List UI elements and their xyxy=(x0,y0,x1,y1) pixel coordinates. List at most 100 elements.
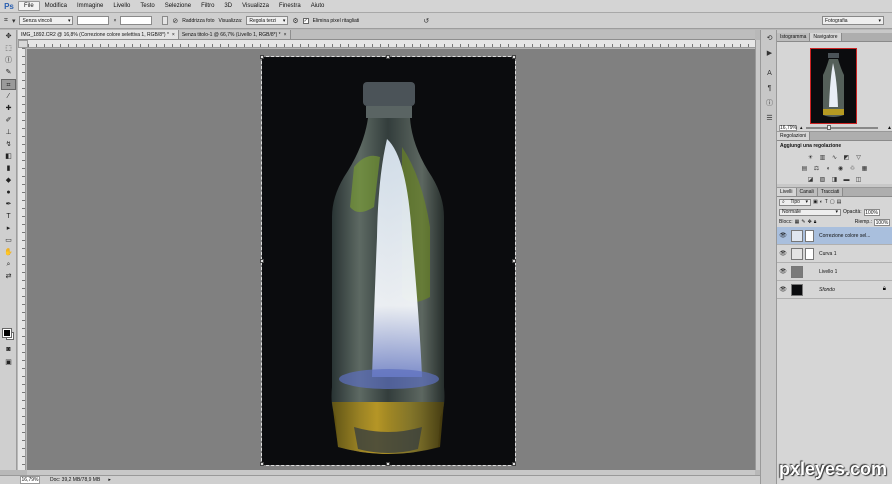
close-icon[interactable]: × xyxy=(284,32,287,38)
menu-3d[interactable]: 3D xyxy=(219,2,237,10)
fill-field[interactable]: 100% xyxy=(874,218,890,226)
color-balance-icon[interactable]: ⚖ xyxy=(812,165,822,173)
menu-aiuto[interactable]: Aiuto xyxy=(306,2,330,10)
crop-handle-top-left[interactable] xyxy=(260,55,264,59)
filter-type-icon[interactable]: T xyxy=(825,199,828,205)
color-lookup-icon[interactable]: ▦ xyxy=(860,165,870,173)
history-icon[interactable]: ⟲ xyxy=(763,33,776,45)
crop-handle-top-right[interactable] xyxy=(512,55,516,59)
lock-all-icon[interactable]: 🔒︎ xyxy=(814,219,817,225)
chevron-down-icon[interactable]: ▾ xyxy=(12,17,16,25)
screen-mode-icon[interactable]: ▣ xyxy=(1,357,16,368)
hue-saturation-icon[interactable]: ▤ xyxy=(800,165,810,173)
brush-icon[interactable]: ✐ xyxy=(1,115,16,126)
layer-mask-thumbnail[interactable] xyxy=(805,229,814,242)
navigator-thumbnail[interactable] xyxy=(810,48,857,124)
menu-modifica[interactable]: Modifica xyxy=(40,2,72,10)
chevron-right-icon[interactable]: ▸ xyxy=(108,477,111,483)
menu-finestra[interactable]: Finestra xyxy=(274,2,306,10)
swap-icon[interactable]: × xyxy=(113,18,116,24)
brightness-icon[interactable]: ☀ xyxy=(806,154,816,162)
blend-mode-select[interactable]: Normale ▾ xyxy=(779,208,841,216)
layer-selective-color[interactable]: 👁︎ Correzione colore sel... xyxy=(777,227,892,245)
marquee-icon[interactable]: ⬚ xyxy=(1,43,16,54)
vertical-ruler[interactable] xyxy=(18,48,26,470)
photoshop-logo[interactable]: Ps xyxy=(0,0,18,13)
zoom-icon[interactable]: ⌕ xyxy=(1,259,16,270)
eyedropper-icon[interactable]: ⁄ xyxy=(1,91,16,102)
quick-select-icon[interactable]: ✎ xyxy=(1,67,16,78)
navigator-zoom-slider[interactable] xyxy=(805,125,879,130)
tab-adjustments[interactable]: Regolazioni xyxy=(777,132,811,140)
lock-image-icon[interactable]: ✎ xyxy=(801,219,805,225)
document-canvas[interactable] xyxy=(260,55,516,466)
tab-paths[interactable]: Tracciati xyxy=(817,188,844,196)
exposure-icon[interactable]: ◩ xyxy=(842,154,852,162)
eraser-icon[interactable]: ◧ xyxy=(1,151,16,162)
menu-file[interactable]: File xyxy=(18,1,40,11)
clear-button[interactable] xyxy=(162,16,169,25)
black-white-icon[interactable]: ◐ xyxy=(824,165,834,173)
menu-selezione[interactable]: Selezione xyxy=(160,2,196,10)
layer-1[interactable]: 👁︎ Livello 1 xyxy=(777,263,892,281)
eye-icon[interactable]: 👁︎ xyxy=(779,250,787,257)
channel-mixer-icon[interactable]: ♲ xyxy=(848,165,858,173)
layer-mask-thumbnail[interactable] xyxy=(805,247,814,260)
lasso-icon[interactable]: ⓛ xyxy=(1,55,16,66)
posterize-icon[interactable]: ▨ xyxy=(818,176,828,184)
crop-handle-left[interactable] xyxy=(260,259,264,263)
invert-icon[interactable]: ◪ xyxy=(806,176,816,184)
lock-transparent-icon[interactable]: ▦ xyxy=(795,219,800,225)
character-icon[interactable]: A xyxy=(763,68,776,80)
selective-color-icon[interactable]: ◫ xyxy=(854,176,864,184)
lock-position-icon[interactable]: ✥ xyxy=(808,219,812,225)
quick-mask-icon[interactable]: ◙ xyxy=(1,344,16,355)
vibrance-icon[interactable]: ▽ xyxy=(854,154,864,162)
menu-testo[interactable]: Testo xyxy=(135,2,159,10)
actions-icon[interactable]: ▶ xyxy=(763,48,776,60)
crop-handle-right[interactable] xyxy=(512,259,516,263)
threshold-icon[interactable]: ◨ xyxy=(830,176,840,184)
menu-livello[interactable]: Livello xyxy=(108,2,135,10)
crop-handle-bottom[interactable] xyxy=(386,462,390,466)
healing-icon[interactable]: ✚ xyxy=(1,103,16,114)
tab-channels[interactable]: Canali xyxy=(796,188,818,196)
reset-icon[interactable]: ↺ xyxy=(423,17,429,25)
crop-handle-bottom-left[interactable] xyxy=(260,462,264,466)
shape-icon[interactable]: ▭ xyxy=(1,235,16,246)
paragraph-icon[interactable]: ¶ xyxy=(763,83,776,95)
crop-handle-bottom-right[interactable] xyxy=(512,462,516,466)
status-zoom-field[interactable]: 16,79% xyxy=(20,476,40,484)
foreground-color-swatch[interactable] xyxy=(2,328,12,338)
ratio-select[interactable]: Senza vincoli ▾ xyxy=(19,16,74,25)
menu-visualizza[interactable]: Visualizza xyxy=(237,2,274,10)
history-brush-icon[interactable]: ↯ xyxy=(1,139,16,150)
levels-icon[interactable]: ▥ xyxy=(818,154,828,162)
close-icon[interactable]: × xyxy=(172,32,175,38)
blur-icon[interactable]: ◆ xyxy=(1,175,16,186)
straighten-icon[interactable]: ⊘ xyxy=(172,17,178,25)
tab-layers[interactable]: Livelli xyxy=(777,188,797,196)
filter-shape-icon[interactable]: ▢ xyxy=(830,199,835,205)
crop-handle-top[interactable] xyxy=(386,55,390,59)
filter-pixel-icon[interactable]: ▣ xyxy=(813,199,818,205)
tab-document-2[interactable]: Senza titolo-1 @ 66,7% (Livello 1, RGB/8… xyxy=(178,30,291,39)
swap-colors-icon[interactable]: ⇄ xyxy=(1,271,16,282)
photo-filter-icon[interactable]: ◉ xyxy=(836,165,846,173)
workspace-select[interactable]: Fotografia ▾ xyxy=(822,16,884,25)
slider-knob[interactable] xyxy=(827,125,832,130)
gradient-icon[interactable]: ▮ xyxy=(1,163,16,174)
filter-smart-icon[interactable]: ▤ xyxy=(837,199,842,205)
opacity-field[interactable]: 100% xyxy=(863,208,880,216)
tab-histogram[interactable]: Istogramma xyxy=(777,33,811,41)
height-field[interactable] xyxy=(120,16,153,25)
pen-icon[interactable]: ✒ xyxy=(1,199,16,210)
eye-icon[interactable]: 👁︎ xyxy=(779,232,787,239)
menu-immagine[interactable]: Immagine xyxy=(72,2,108,10)
straighten-label[interactable]: Raddrizza foto xyxy=(182,18,214,24)
crop-tool-icon[interactable]: ⌗ xyxy=(1,79,16,90)
hand-icon[interactable]: ✋ xyxy=(1,247,16,258)
type-icon[interactable]: T xyxy=(1,211,16,222)
stamp-icon[interactable]: ⊥ xyxy=(1,127,16,138)
status-doc-size[interactable]: Doc: 39,2 MB/78,9 MB xyxy=(50,477,100,483)
